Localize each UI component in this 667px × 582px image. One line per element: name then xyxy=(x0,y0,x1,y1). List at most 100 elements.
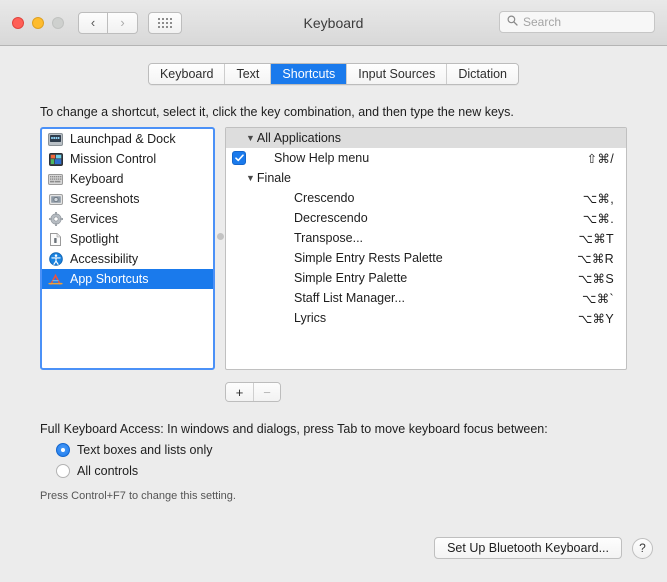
shortcut-group-header-all-applications[interactable]: ▼ All Applications xyxy=(226,128,626,148)
shortcut-keys: ⌥⌘T xyxy=(578,231,614,246)
minimize-window-button[interactable] xyxy=(32,16,44,29)
shortcut-row-lyrics[interactable]: Lyrics ⌥⌘Y xyxy=(226,308,626,328)
shortcut-group-label: Finale xyxy=(256,171,291,185)
sidebar-item-spotlight[interactable]: Spotlight xyxy=(42,229,213,249)
shortcut-name: Show Help menu xyxy=(274,151,370,165)
sidebar-item-label: Launchpad & Dock xyxy=(70,132,176,146)
shortcut-row-crescendo[interactable]: Crescendo ⌥⌘, xyxy=(226,188,626,208)
shortcut-group-header-finale[interactable]: ▼ Finale xyxy=(226,168,626,188)
keyboard-access-hint: Press Control+F7 to change this setting. xyxy=(40,490,236,502)
shortcut-row-transpose[interactable]: Transpose... ⌥⌘T xyxy=(226,228,626,248)
tab-keyboard[interactable]: Keyboard xyxy=(148,64,226,84)
sidebar-item-label: Accessibility xyxy=(70,252,139,266)
split-panes: Launchpad & Dock Mission Control Keyboar… xyxy=(40,127,627,370)
keyboard-icon xyxy=(48,172,63,187)
help-button[interactable]: ? xyxy=(632,537,653,559)
shortcut-name: Staff List Manager... xyxy=(294,291,405,305)
list-controls: + − xyxy=(225,382,281,402)
remove-shortcut-button: − xyxy=(253,383,280,401)
search-icon xyxy=(507,13,518,31)
sidebar-item-services[interactable]: Services xyxy=(42,209,213,229)
shortcut-list[interactable]: ▼ All Applications Show Help menu ⇧⌘/ ▼ … xyxy=(225,127,627,370)
navigation-button-group: ‹ › xyxy=(78,11,138,34)
back-button[interactable]: ‹ xyxy=(78,11,108,34)
shortcut-row-decrescendo[interactable]: Decrescendo ⌥⌘. xyxy=(226,208,626,228)
shortcut-checkbox[interactable] xyxy=(232,231,246,245)
shortcut-keys: ⇧⌘/ xyxy=(586,151,614,166)
shortcut-checkbox[interactable] xyxy=(232,311,246,325)
chevron-down-icon[interactable]: ▼ xyxy=(246,133,255,143)
sidebar-item-label: Services xyxy=(70,212,118,226)
shortcut-row-simple-entry-rests-palette[interactable]: Simple Entry Rests Palette ⌥⌘R xyxy=(226,248,626,268)
shortcut-checkbox[interactable] xyxy=(232,271,246,285)
shortcut-checkbox[interactable] xyxy=(232,191,246,205)
tab-shortcuts[interactable]: Shortcuts xyxy=(271,64,348,84)
radio-button-selected-icon[interactable] xyxy=(56,443,70,457)
splitter-grip-icon[interactable] xyxy=(217,233,224,240)
show-all-preferences-button[interactable] xyxy=(148,11,182,34)
radio-text-boxes-and-lists-only[interactable]: Text boxes and lists only xyxy=(56,443,627,457)
radio-button-icon[interactable] xyxy=(56,464,70,478)
shortcuts-pane: To change a shortcut, select it, click t… xyxy=(0,85,667,582)
search-input[interactable] xyxy=(523,15,647,29)
shortcut-keys: ⌥⌘, xyxy=(582,191,614,206)
tab-text[interactable]: Text xyxy=(225,64,272,84)
sidebar-item-label: Keyboard xyxy=(70,172,124,186)
sidebar-item-label: App Shortcuts xyxy=(70,272,149,286)
shortcut-checkbox[interactable] xyxy=(232,211,246,225)
shortcut-keys: ⌥⌘. xyxy=(582,211,614,226)
sidebar-item-mission-control[interactable]: Mission Control xyxy=(42,149,213,169)
forward-button: › xyxy=(108,11,138,34)
shortcut-name: Crescendo xyxy=(294,191,355,205)
sidebar-item-accessibility[interactable]: Accessibility xyxy=(42,249,213,269)
sidebar-item-launchpad-dock[interactable]: Launchpad & Dock xyxy=(42,129,213,149)
search-field[interactable] xyxy=(499,11,655,33)
chevron-down-icon[interactable]: ▼ xyxy=(246,173,255,183)
spotlight-icon xyxy=(48,232,63,247)
radio-label: All controls xyxy=(77,464,139,478)
shortcut-name: Simple Entry Rests Palette xyxy=(294,251,443,265)
shortcut-name: Transpose... xyxy=(294,231,364,245)
radio-all-controls[interactable]: All controls xyxy=(56,464,627,478)
tab-bar-container: Keyboard Text Shortcuts Input Sources Di… xyxy=(0,46,667,85)
shortcut-keys: ⌥⌘S xyxy=(577,271,614,286)
shortcut-name: Simple Entry Palette xyxy=(294,271,408,285)
category-list[interactable]: Launchpad & Dock Mission Control Keyboar… xyxy=(40,127,215,370)
grid-icon xyxy=(158,17,172,28)
accessibility-icon xyxy=(48,252,63,267)
instructions-text: To change a shortcut, select it, click t… xyxy=(40,105,514,119)
add-shortcut-button[interactable]: + xyxy=(226,383,253,401)
shortcut-row-show-help-menu[interactable]: Show Help menu ⇧⌘/ xyxy=(226,148,626,168)
sidebar-item-label: Screenshots xyxy=(70,192,140,206)
tab-input-sources[interactable]: Input Sources xyxy=(347,64,448,84)
sidebar-item-screenshots[interactable]: Screenshots xyxy=(42,189,213,209)
sidebar-item-label: Mission Control xyxy=(70,152,157,166)
footer-bar: Set Up Bluetooth Keyboard... ? xyxy=(0,528,667,582)
window-titlebar: ‹ › Keyboard xyxy=(0,0,667,46)
sidebar-item-app-shortcuts[interactable]: App Shortcuts xyxy=(42,269,213,289)
shortcut-keys: ⌥⌘R xyxy=(577,251,614,266)
shortcut-checkbox[interactable] xyxy=(232,251,246,265)
app-store-icon xyxy=(48,272,63,287)
shortcut-row-staff-list-manager[interactable]: Staff List Manager... ⌥⌘` xyxy=(226,288,626,308)
shortcut-keys: ⌥⌘` xyxy=(582,291,614,306)
radio-label: Text boxes and lists only xyxy=(77,443,213,457)
tab-bar: Keyboard Text Shortcuts Input Sources Di… xyxy=(147,63,520,85)
sidebar-item-label: Spotlight xyxy=(70,232,119,246)
zoom-window-button xyxy=(52,16,64,29)
close-window-button[interactable] xyxy=(12,16,24,29)
shortcut-name: Lyrics xyxy=(294,311,327,325)
launchpad-dock-icon xyxy=(48,132,63,147)
screenshots-icon xyxy=(48,192,63,207)
full-keyboard-access-label: Full Keyboard Access: In windows and dia… xyxy=(40,422,548,436)
pane-splitter[interactable] xyxy=(215,127,225,370)
shortcut-name: Decrescendo xyxy=(294,211,368,225)
tab-dictation[interactable]: Dictation xyxy=(447,64,519,84)
shortcut-keys: ⌥⌘Y xyxy=(577,311,614,326)
sidebar-item-keyboard[interactable]: Keyboard xyxy=(42,169,213,189)
shortcut-checkbox[interactable] xyxy=(232,151,246,165)
set-up-bluetooth-keyboard-button[interactable]: Set Up Bluetooth Keyboard... xyxy=(434,537,622,559)
shortcut-checkbox[interactable] xyxy=(232,291,246,305)
services-gear-icon xyxy=(48,212,63,227)
shortcut-row-simple-entry-palette[interactable]: Simple Entry Palette ⌥⌘S xyxy=(226,268,626,288)
